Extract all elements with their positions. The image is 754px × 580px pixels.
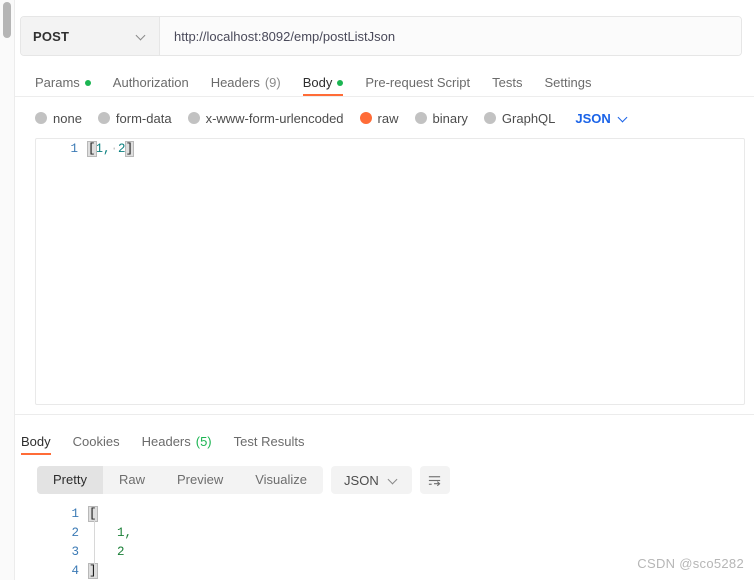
left-scrollbar-rail[interactable] [0, 0, 15, 580]
response-line-number: 3 [71, 544, 79, 559]
chevron-down-icon [618, 113, 629, 124]
request-tab-pre-request-script[interactable]: Pre-request Script [365, 75, 470, 96]
raw-format-dropdown[interactable]: JSON [575, 111, 628, 126]
editor-value-first: 1, [95, 142, 111, 156]
body-type-urlencoded[interactable]: x-www-form-urlencoded [187, 110, 344, 126]
request-tab-settings-label: Settings [544, 75, 592, 90]
body-type-binary[interactable]: binary [414, 110, 468, 126]
close-bracket-highlight: ] [124, 141, 135, 157]
left-scrollbar-thumb[interactable] [3, 2, 11, 38]
body-type-none-label: none [53, 110, 82, 126]
request-tab-headers[interactable]: Headers (9) [211, 75, 281, 96]
request-tab-authorization-label: Authorization [112, 75, 189, 90]
body-type-none[interactable]: none [35, 111, 82, 126]
response-tab-cookies-label: Cookies [72, 434, 120, 449]
radio-icon [483, 112, 496, 124]
request-tab-bar: Params Authorization Headers (9) Body Pr… [35, 70, 754, 96]
response-line-content: [ [88, 505, 98, 522]
request-tab-pre-request-script-label: Pre-request Script [365, 75, 471, 90]
response-tab-body-label: Body [21, 434, 51, 449]
chevron-down-icon [388, 475, 399, 486]
body-type-form-data-label: form-data [115, 110, 172, 126]
request-tab-params[interactable]: Params [35, 75, 91, 96]
modified-dot-icon [84, 79, 91, 86]
open-bracket-highlight: [ [88, 505, 98, 522]
body-type-graphql-label: GraphQL [501, 110, 556, 126]
body-type-graphql[interactable]: GraphQL [483, 110, 556, 126]
response-tab-headers-label: Headers [141, 434, 191, 449]
request-response-splitter[interactable] [15, 414, 754, 415]
body-type-radio-group: none form-data x-www-form-urlencoded raw… [35, 107, 754, 129]
response-line-content: ] [88, 562, 98, 579]
response-line-number: 1 [71, 506, 79, 521]
word-wrap-toggle-button[interactable] [419, 466, 450, 494]
response-line-number: 4 [71, 563, 79, 578]
response-tab-cookies[interactable]: Cookies [73, 434, 120, 455]
text-cursor [133, 141, 135, 155]
response-format-label: JSON [344, 472, 379, 488]
radio-icon [35, 112, 47, 124]
request-body-editor[interactable]: 1 [1,·2] [35, 138, 745, 405]
response-line: 2 1, [37, 523, 754, 542]
body-type-binary-label: binary [432, 110, 468, 126]
body-type-form-data[interactable]: form-data [97, 110, 172, 126]
radio-icon [414, 112, 427, 124]
chevron-down-icon [136, 31, 147, 42]
response-line-number: 2 [71, 525, 79, 540]
response-format-dropdown[interactable]: JSON [331, 466, 412, 494]
response-view-toolbar: Pretty Raw Preview Visualize JSON [37, 466, 754, 494]
body-type-urlencoded-label: x-www-form-urlencoded [205, 110, 344, 126]
request-tab-params-label: Params [35, 75, 80, 90]
response-tab-body[interactable]: Body [21, 434, 51, 455]
request-tab-headers-count: (9) [264, 75, 281, 90]
request-tab-tests-label: Tests [492, 75, 523, 90]
code-fold-guide [94, 520, 95, 564]
http-method-label: POST [33, 28, 70, 44]
request-tab-settings[interactable]: Settings [544, 75, 591, 96]
response-tab-headers[interactable]: Headers (5) [142, 434, 212, 455]
whitespace-dot-icon: · [110, 142, 119, 156]
request-url-bar: POST http://localhost:8092/emp/postListJ… [20, 16, 742, 56]
response-tab-test-results-label: Test Results [233, 434, 305, 449]
response-line-content: 1, [117, 525, 133, 540]
editor-value-second: 2 [118, 142, 126, 156]
modified-dot-icon [337, 79, 344, 86]
response-view-raw[interactable]: Raw [103, 466, 161, 494]
editor-line-number: 1 [70, 141, 78, 156]
editor-line: 1 [1,·2] [36, 139, 744, 158]
editor-line-content: [1,·2] [87, 141, 135, 157]
response-tab-bar: Body Cookies Headers (5) Test Results [21, 429, 754, 455]
request-tab-authorization[interactable]: Authorization [113, 75, 189, 96]
radio-selected-icon [359, 112, 372, 124]
request-tabs-divider [15, 96, 754, 97]
radio-icon [187, 112, 200, 124]
body-type-raw[interactable]: raw [359, 110, 399, 126]
response-view-mode-group: Pretty Raw Preview Visualize [37, 466, 324, 494]
word-wrap-icon [429, 475, 441, 486]
response-tab-headers-count: (5) [195, 434, 212, 449]
request-tab-body[interactable]: Body [302, 75, 344, 96]
response-view-preview[interactable]: Preview [161, 466, 239, 494]
request-url-input[interactable]: http://localhost:8092/emp/postListJson [160, 17, 741, 55]
response-line: 1 [ [37, 504, 754, 523]
response-view-pretty[interactable]: Pretty [37, 466, 103, 494]
request-tab-tests[interactable]: Tests [492, 75, 522, 96]
request-url-value: http://localhost:8092/emp/postListJson [174, 28, 396, 44]
open-bracket-highlight: [ [87, 141, 97, 157]
body-type-raw-label: raw [377, 110, 399, 126]
response-tab-test-results[interactable]: Test Results [234, 434, 305, 455]
postman-request-response-pane: POST http://localhost:8092/emp/postListJ… [15, 0, 754, 580]
request-tab-body-label: Body [302, 75, 333, 90]
close-bracket-highlight: ] [88, 562, 98, 579]
request-tab-headers-label: Headers [210, 75, 260, 90]
http-method-dropdown[interactable]: POST [21, 17, 160, 55]
response-view-visualize[interactable]: Visualize [239, 466, 323, 494]
watermark: CSDN @sco5282 [637, 556, 744, 571]
raw-format-label: JSON [575, 110, 611, 126]
radio-icon [97, 112, 110, 124]
